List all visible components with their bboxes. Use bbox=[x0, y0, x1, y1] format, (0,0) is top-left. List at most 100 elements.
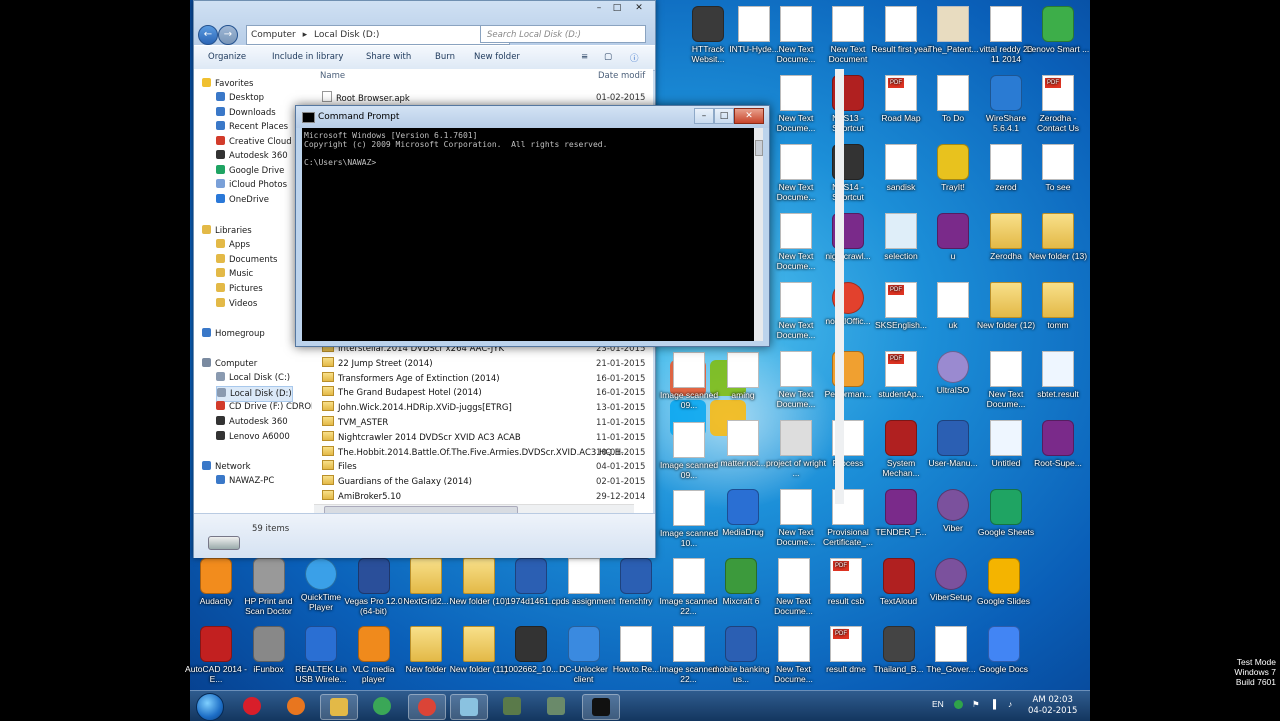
cmd-maximize-button[interactable]: □ bbox=[714, 108, 734, 124]
desktop-icon[interactable]: Image scanned 09... bbox=[657, 422, 721, 480]
nav-item[interactable]: Autodesk 360 bbox=[216, 415, 288, 429]
taskbar-chrome-button[interactable] bbox=[364, 694, 400, 718]
new-folder-button[interactable]: New folder bbox=[474, 52, 520, 62]
desktop-icon[interactable]: Lenovo Smart ... bbox=[1026, 6, 1090, 54]
nav-item[interactable]: NAWAZ-PC bbox=[216, 474, 274, 488]
include-in-library-button[interactable]: Include in library bbox=[272, 52, 343, 62]
desktop-icon[interactable]: sbtet.result bbox=[1026, 351, 1090, 399]
nav-item[interactable]: Favorites bbox=[202, 77, 253, 91]
tray-shield-icon[interactable] bbox=[954, 700, 963, 709]
desktop-icon[interactable]: Zerodha - Contact Us bbox=[1026, 75, 1090, 133]
address-bar[interactable]: Computer ▸ Local Disk (D:) bbox=[246, 25, 510, 45]
view-options-icon[interactable]: ≡ bbox=[581, 52, 588, 62]
nav-item[interactable]: Music bbox=[216, 267, 253, 281]
burn-button[interactable]: Burn bbox=[435, 52, 455, 62]
nav-item[interactable]: Recent Places bbox=[216, 120, 288, 134]
language-indicator[interactable]: EN bbox=[932, 699, 944, 709]
nav-item[interactable]: Creative Cloud Fi bbox=[216, 135, 301, 149]
nav-item[interactable]: Network bbox=[202, 460, 251, 474]
close-button[interactable]: ✕ bbox=[627, 1, 651, 15]
start-button[interactable] bbox=[196, 693, 224, 721]
taskbar-vm-button[interactable] bbox=[494, 694, 530, 718]
forward-button[interactable]: → bbox=[218, 25, 238, 45]
desktop-icon[interactable]: To see bbox=[1026, 144, 1090, 192]
file-date: 11-01-2015 bbox=[596, 418, 646, 428]
nav-item[interactable]: Apps bbox=[216, 238, 250, 252]
file-row[interactable]: Files 04-01-2015 bbox=[322, 460, 645, 474]
minimize-button[interactable]: – bbox=[589, 1, 609, 15]
column-name[interactable]: Name bbox=[320, 71, 345, 81]
explorer-titlebar[interactable]: – □ ✕ ← → Computer ▸ Local Disk (D:) Sea… bbox=[194, 1, 655, 45]
desktop-icon[interactable]: New folder (13) bbox=[1026, 213, 1090, 261]
nav-item[interactable]: OneDrive bbox=[216, 193, 269, 207]
nav-item[interactable]: Google Drive bbox=[216, 164, 284, 178]
vertical-scrollbar[interactable] bbox=[835, 69, 844, 504]
search-input[interactable]: Search Local Disk (D:) bbox=[480, 25, 646, 43]
nav-item[interactable]: Pictures bbox=[216, 282, 263, 296]
nav-item[interactable]: Downloads bbox=[216, 106, 276, 120]
desktop-icon-label: sandisk bbox=[886, 182, 916, 192]
nav-item[interactable]: Homegroup bbox=[202, 327, 265, 341]
file-row[interactable]: Transformers Age of Extinction (2014) 16-… bbox=[322, 371, 645, 386]
file-row[interactable]: 22 Jump Street (2014) 21-01-2015 bbox=[322, 356, 645, 371]
file-row[interactable]: Guardians of the Galaxy (2014) 02-01-2015 bbox=[322, 475, 645, 489]
cmd-scrollbar[interactable] bbox=[754, 128, 763, 341]
nav-item[interactable]: Computer bbox=[202, 357, 257, 371]
cmd-titlebar[interactable]: Command Prompt – □ ✕ bbox=[296, 106, 769, 128]
nav-item[interactable]: Documents bbox=[216, 253, 277, 267]
file-row[interactable]: John.Wick.2014.HDRip.XViD-juggs[ETRG] 13-… bbox=[322, 401, 645, 415]
cmd-console[interactable]: Microsoft Windows [Version 6.1.7601] Cop… bbox=[302, 128, 754, 341]
file-row[interactable]: TVM_ASTER 11-01-2015 bbox=[322, 416, 646, 430]
tray-flag-icon[interactable]: ⚑ bbox=[972, 699, 980, 710]
nav-item[interactable]: Autodesk 360 bbox=[216, 149, 288, 163]
taskbar-opera-button[interactable] bbox=[234, 694, 270, 718]
file-row[interactable]: The Grand Budapest Hotel (2014) 16-01-201… bbox=[322, 386, 645, 400]
desktop-icon[interactable]: aming bbox=[711, 352, 775, 400]
desktop-icon[interactable]: Root-Supe... bbox=[1026, 420, 1090, 468]
share-with-button[interactable]: Share with bbox=[366, 52, 411, 62]
preview-pane-icon[interactable]: ▢ bbox=[604, 52, 612, 62]
cmd-minimize-button[interactable]: – bbox=[694, 108, 714, 124]
file-row[interactable]: The.Hobbit.2014.Battle.Of.The.Five.Armie… bbox=[322, 445, 645, 460]
nav-item[interactable]: Local Disk (C:) bbox=[216, 371, 290, 385]
taskbar-photo-button[interactable] bbox=[450, 694, 488, 720]
taskbar-cmd-button[interactable] bbox=[582, 694, 620, 720]
tray-network-icon[interactable]: ▐ bbox=[990, 699, 996, 709]
back-button[interactable]: ← bbox=[198, 25, 218, 45]
nav-item[interactable]: CD Drive (F:) CDROM bbox=[216, 400, 318, 414]
desktop-icon[interactable]: tomm bbox=[1026, 282, 1090, 330]
desktop-icon-label: New folder (13) bbox=[1028, 251, 1088, 261]
maximize-button[interactable]: □ bbox=[607, 1, 627, 15]
nav-item[interactable]: iCloud Photos bbox=[216, 178, 287, 192]
nav-item[interactable]: Videos bbox=[216, 297, 257, 311]
tray-volume-icon[interactable]: ♪ bbox=[1008, 699, 1012, 709]
cmd-close-button[interactable]: ✕ bbox=[734, 108, 764, 124]
desktop-icon[interactable]: Google Slides bbox=[972, 558, 1036, 606]
taskbar-tools-button[interactable] bbox=[538, 694, 574, 718]
cmd-scroll-thumb[interactable] bbox=[755, 140, 763, 156]
nav-item-label: NAWAZ-PC bbox=[229, 476, 275, 486]
breadcrumb-local-disk[interactable]: Local Disk (D:) bbox=[314, 30, 379, 40]
file-row[interactable]: Nightcrawler 2014 DVDScr XVID AC3 ACAB 11… bbox=[322, 430, 645, 445]
organize-button[interactable]: Organize bbox=[208, 52, 246, 62]
file-name: Transformers Age of Extinction (2014) bbox=[338, 373, 500, 384]
command-prompt-window[interactable]: Command Prompt – □ ✕ Microsoft Windows [… bbox=[295, 105, 770, 347]
taskbar-explorer-button[interactable] bbox=[320, 694, 358, 720]
desktop-icon-label: tomm bbox=[1047, 320, 1069, 330]
help-icon[interactable]: ⓘ bbox=[630, 52, 639, 64]
desktop-icon-label: New folder bbox=[405, 664, 447, 674]
desktop-icon[interactable]: Google Sheets bbox=[974, 489, 1038, 537]
desktop-icon[interactable]: Image scanned 10... bbox=[657, 490, 721, 548]
taskbar-chrome-button[interactable] bbox=[408, 694, 446, 720]
file-row[interactable]: AmiBroker5.10 29-12-2014 bbox=[322, 490, 645, 504]
desktop-icon[interactable]: Google Docs bbox=[972, 626, 1036, 674]
nav-item[interactable]: Lenovo A6000 bbox=[216, 430, 290, 444]
file-row[interactable]: Root Browser.apk 01-02-2015 bbox=[322, 91, 645, 105]
column-date[interactable]: Date modif bbox=[598, 71, 645, 81]
nav-item[interactable]: Desktop bbox=[216, 91, 264, 105]
nav-item[interactable]: Libraries bbox=[202, 224, 252, 238]
desktop-icon-label: uk bbox=[948, 320, 958, 330]
clock[interactable]: AM 02:03 04-02-2015 bbox=[1028, 695, 1077, 717]
breadcrumb-computer[interactable]: Computer bbox=[251, 30, 296, 40]
taskbar-firefox-button[interactable] bbox=[278, 694, 314, 718]
